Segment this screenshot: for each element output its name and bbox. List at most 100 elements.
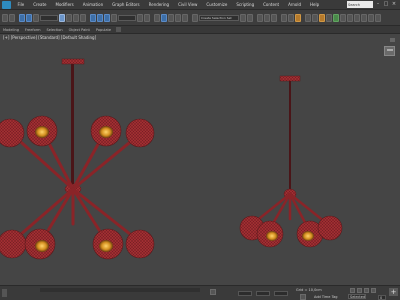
ribbon-tabs: Modeling Freeform Selection Object Paint…	[0, 26, 400, 34]
a360-gallery-icon[interactable]	[333, 13, 339, 22]
time-slider[interactable]	[40, 288, 200, 292]
layer-explorer-icon[interactable]	[264, 13, 270, 22]
arnold-lights-icon[interactable]	[354, 13, 360, 22]
next-frame-icon[interactable]	[371, 288, 376, 293]
x-coordinate-field[interactable]	[238, 291, 252, 296]
undo-icon[interactable]	[2, 13, 8, 22]
tab-populate[interactable]: Populate	[93, 28, 114, 32]
key-filter-field[interactable]: Selected	[348, 294, 366, 299]
window-crossing-icon[interactable]	[80, 13, 86, 22]
snaps-toggle-icon[interactable]	[161, 13, 167, 22]
arnold-extra-icon[interactable]	[368, 13, 374, 22]
tab-freeform[interactable]: Freeform	[22, 28, 44, 32]
workspace-icon[interactable]	[375, 13, 381, 22]
percent-snap-icon[interactable]	[175, 13, 181, 22]
select-object-icon[interactable]	[59, 13, 65, 22]
named-selection-placeholder: Create Selection Set	[201, 15, 232, 20]
close-button[interactable]: ×	[391, 1, 397, 8]
menu-bar: File Create Modifiers Animation Graph Ed…	[0, 0, 400, 10]
arnold-shading-icon[interactable]	[361, 13, 367, 22]
ribbon-options-icon[interactable]	[116, 27, 122, 32]
lock-selection-icon[interactable]	[210, 289, 216, 295]
rotate-icon[interactable]	[97, 13, 103, 22]
edit-named-selection-icon[interactable]	[192, 13, 198, 22]
bind-space-warp-icon[interactable]	[33, 13, 39, 22]
scene-canvas[interactable]	[0, 34, 400, 285]
curve-editor-icon[interactable]	[281, 13, 287, 22]
pivot-center-icon[interactable]	[137, 13, 143, 22]
chandelier-small[interactable]	[239, 75, 343, 248]
tab-modeling[interactable]: Modeling	[0, 28, 22, 32]
named-selection-dropdown[interactable]: Create Selection Set	[199, 14, 239, 21]
shades-small	[239, 215, 343, 248]
selection-filter-dropdown[interactable]	[40, 14, 58, 21]
render-production-icon[interactable]	[319, 13, 325, 22]
render-in-cloud-icon[interactable]	[326, 13, 332, 22]
z-coordinate-field[interactable]	[274, 291, 288, 296]
mirror-icon[interactable]	[240, 13, 246, 22]
menu-animation[interactable]: Animation	[78, 2, 107, 7]
ceiling-canopy[interactable]	[61, 58, 85, 65]
search-field[interactable]: Search	[347, 1, 373, 8]
ribbon-toggle-icon[interactable]	[271, 13, 277, 22]
menu-rendering[interactable]: Rendering	[144, 2, 173, 7]
chandelier-large[interactable]	[0, 58, 155, 260]
maxscript-listener-icon[interactable]	[2, 289, 7, 297]
menu-civil-view[interactable]: Civil View	[174, 2, 202, 7]
go-to-start-icon[interactable]	[350, 288, 355, 293]
y-coordinate-field[interactable]	[256, 291, 270, 296]
arnold-ipr-icon[interactable]	[347, 13, 353, 22]
play-icon[interactable]	[364, 288, 369, 293]
time-tag-icon[interactable]	[300, 294, 306, 300]
tab-object-paint[interactable]: Object Paint	[66, 28, 93, 32]
menu-scripting[interactable]: Scripting	[232, 2, 259, 7]
add-time-tag-label[interactable]: Add Time Tag	[314, 295, 338, 299]
align-icon[interactable]	[247, 13, 253, 22]
redo-icon[interactable]	[9, 13, 15, 22]
scale-icon[interactable]	[104, 13, 110, 22]
menu-file[interactable]: File	[13, 2, 29, 7]
spinner-snap-icon[interactable]	[182, 13, 188, 22]
keyboard-shortcut-icon[interactable]	[154, 13, 160, 22]
app-logo-icon[interactable]	[2, 0, 11, 9]
menubar-right: Search – □ ×	[347, 1, 400, 8]
add-button[interactable]: +	[389, 288, 398, 296]
suspension-rod-small[interactable]	[289, 81, 291, 189]
search-placeholder: Search	[348, 2, 361, 7]
menu-graph-editors[interactable]: Graph Editors	[108, 2, 144, 7]
region-select-icon[interactable]	[73, 13, 79, 22]
ceiling-canopy-small[interactable]	[279, 75, 301, 82]
angle-snap-icon[interactable]	[168, 13, 174, 22]
rendered-frame-window-icon[interactable]	[312, 13, 318, 22]
arnold-render-icon[interactable]	[340, 13, 346, 22]
menu-help[interactable]: Help	[306, 2, 324, 7]
tab-selection[interactable]: Selection	[44, 28, 66, 32]
reference-coordinate-dropdown[interactable]	[118, 14, 136, 21]
perspective-viewport[interactable]: [+] [Perspective] [Standard] [Default Sh…	[0, 34, 400, 285]
previous-frame-icon[interactable]	[357, 288, 362, 293]
move-icon[interactable]	[90, 13, 96, 22]
chandelier-arms	[10, 128, 142, 246]
maximize-button[interactable]: □	[383, 1, 389, 8]
selected-label: Selected	[350, 295, 366, 299]
material-editor-icon[interactable]	[295, 13, 301, 22]
schematic-view-icon[interactable]	[288, 13, 294, 22]
placement-icon[interactable]	[111, 13, 117, 22]
grid-size-text: Grid = 10,0cm	[296, 288, 322, 292]
unlink-icon[interactable]	[26, 13, 32, 22]
scene-explorer-icon[interactable]	[257, 13, 263, 22]
current-frame-field[interactable]: 0	[378, 295, 386, 300]
select-manipulate-icon[interactable]	[144, 13, 150, 22]
main-toolbar: Create Selection Set	[0, 10, 400, 26]
menu-arnold[interactable]: Arnold	[284, 2, 306, 7]
menu-content[interactable]: Content	[259, 2, 284, 7]
menu-modifiers[interactable]: Modifiers	[51, 2, 78, 7]
status-bar: Grid = 10,0cm Add Time Tag Selected 0 +	[0, 285, 400, 300]
render-setup-icon[interactable]	[305, 13, 311, 22]
menu-customize[interactable]: Customize	[202, 2, 232, 7]
link-icon[interactable]	[19, 13, 25, 22]
minimize-button[interactable]: –	[375, 1, 381, 8]
menu-create[interactable]: Create	[29, 2, 51, 7]
suspension-rod[interactable]	[71, 64, 74, 186]
select-by-name-icon[interactable]	[66, 13, 72, 22]
